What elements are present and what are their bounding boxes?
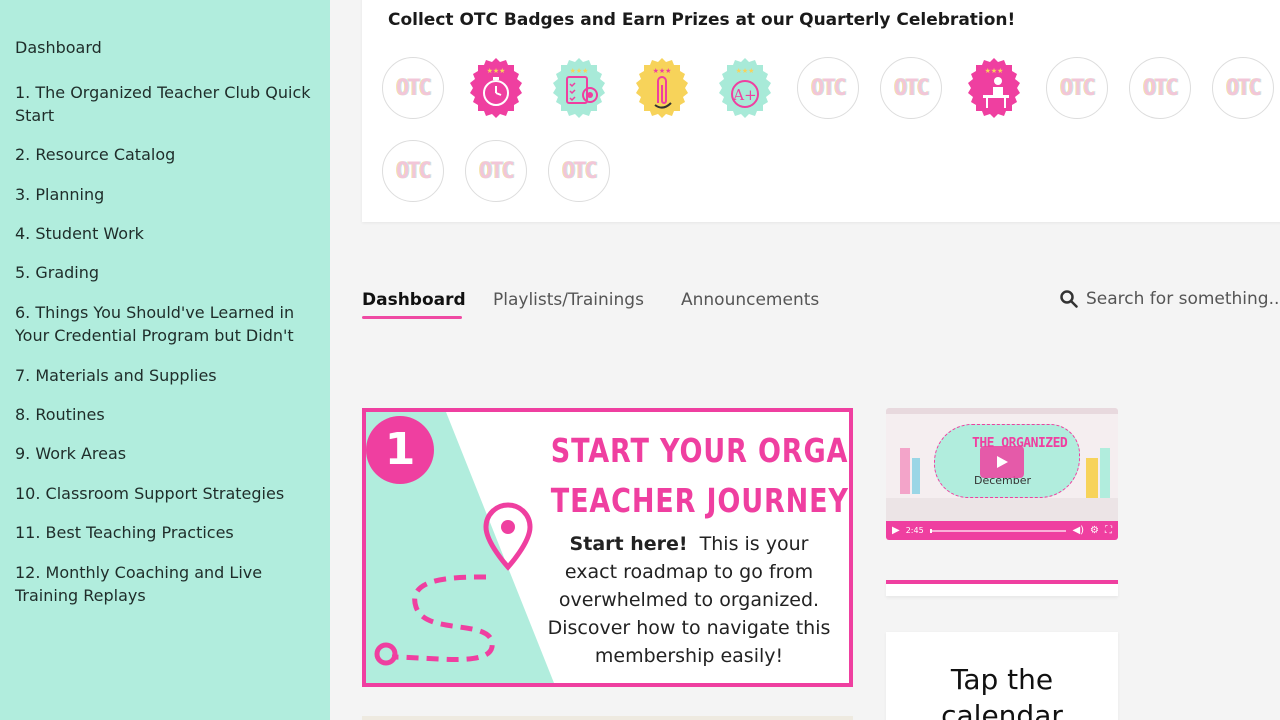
badge-stopwatch[interactable]: ★★★ [465, 57, 527, 119]
pink-divider-card [886, 580, 1118, 596]
paperclip-icon: ★★★ [636, 58, 688, 118]
sidebar-item-materials[interactable]: 7. Materials and Supplies [15, 364, 315, 387]
badge-checklist[interactable]: ★★★ [548, 57, 610, 119]
sidebar-item-dashboard[interactable]: Dashboard [15, 36, 315, 59]
otc-logo: OTC [811, 75, 847, 101]
badge-locked[interactable]: OTC [382, 57, 444, 119]
play-icon [997, 456, 1008, 468]
tab-playlists-trainings[interactable]: Playlists/Trainings [493, 290, 644, 310]
sidebar-item-coaching[interactable]: 12. Monthly Coaching and Live Training R… [15, 561, 315, 607]
sidebar-item-grading[interactable]: 5. Grading [15, 261, 315, 284]
badge-paperclip[interactable]: ★★★ [631, 57, 693, 119]
step-number: 1 [384, 424, 416, 475]
journey-lead: Start here! [569, 533, 688, 555]
student-desk-icon: ★★★ [968, 58, 1020, 118]
sidebar-item-teaching-practices[interactable]: 11. Best Teaching Practices [15, 521, 315, 544]
sidebar-item-work-areas[interactable]: 9. Work Areas [15, 442, 315, 465]
badge-locked[interactable]: OTC [465, 140, 527, 202]
headline-line-1: START YOUR ORGANIZED [550, 431, 849, 470]
active-tab-indicator [362, 316, 462, 319]
otc-logo: OTC [894, 75, 930, 101]
video-time: 2:45 [905, 526, 924, 535]
journey-headline: START YOUR ORGANIZED TEACHER JOURNEY HER… [486, 426, 849, 526]
otc-logo: OTC [1060, 75, 1096, 101]
settings-gear-icon[interactable]: ⚙ [1090, 525, 1099, 536]
a-plus-icon: ★★★ A+ [719, 58, 771, 118]
stopwatch-icon: ★★★ [470, 58, 522, 118]
search-icon[interactable] [1060, 290, 1078, 308]
otc-logo: OTC [562, 158, 598, 184]
play-button[interactable] [980, 446, 1024, 478]
sidebar-item-routines[interactable]: 8. Routines [15, 403, 315, 426]
badge-locked[interactable]: OTC [1046, 57, 1108, 119]
main-content: Collect OTC Badges and Earn Prizes at ou… [330, 0, 1280, 720]
sidebar-item-credential-program[interactable]: 6. Things You Should've Learned in Your … [15, 301, 315, 347]
badge-a-plus[interactable]: ★★★ A+ [714, 57, 776, 119]
sidebar-item-planning[interactable]: 3. Planning [15, 183, 315, 206]
badge-locked[interactable]: OTC [797, 57, 859, 119]
sidebar-item-quick-start[interactable]: 1. The Organized Teacher Club Quick Star… [15, 81, 315, 127]
search-bar [1060, 287, 1280, 311]
sidebar-item-support-strategies[interactable]: 10. Classroom Support Strategies [15, 482, 315, 505]
calendar-card[interactable]: Tap the calendar [886, 632, 1118, 720]
checklist-target-icon: ★★★ [553, 58, 605, 118]
badge-locked[interactable]: OTC [880, 57, 942, 119]
svg-text:★★★: ★★★ [570, 67, 589, 75]
svg-text:★★★: ★★★ [653, 67, 672, 75]
svg-text:★★★: ★★★ [487, 67, 506, 75]
video-progress-fill [929, 528, 933, 533]
svg-text:A+: A+ [732, 86, 756, 104]
otc-logo: OTC [1143, 75, 1179, 101]
tab-dashboard[interactable]: Dashboard [362, 290, 466, 310]
sidebar-item-resource-catalog[interactable]: 2. Resource Catalog [15, 143, 315, 166]
svg-text:★★★: ★★★ [736, 67, 755, 75]
video-controls: ▶ 2:45 ◀) ⚙ ⛶ [886, 521, 1118, 540]
calendar-card-text: Tap the calendar [941, 663, 1063, 720]
headline-line-2: TEACHER JOURNEY HERE [550, 481, 849, 520]
tab-announcements[interactable]: Announcements [681, 290, 819, 310]
badge-locked[interactable]: OTC [548, 140, 610, 202]
svg-text:★★★: ★★★ [985, 67, 1004, 75]
video-progress-bar[interactable] [929, 528, 1067, 533]
video-player[interactable]: THE ORGANIZED December ▶ 2:45 ◀) ⚙ ⛶ [886, 408, 1118, 540]
sidebar-item-student-work[interactable]: 4. Student Work [15, 222, 315, 245]
sidebar: Dashboard 1. The Organized Teacher Club … [0, 0, 330, 720]
badge-student-desk[interactable]: ★★★ [963, 57, 1025, 119]
journey-description: Start here! This is your exact roadmap t… [544, 530, 834, 670]
badge-locked[interactable]: OTC [1212, 57, 1274, 119]
otc-logo: OTC [396, 75, 432, 101]
badges-title: Collect OTC Badges and Earn Prizes at ou… [388, 10, 1016, 30]
badge-locked[interactable]: OTC [1129, 57, 1191, 119]
badge-locked[interactable]: OTC [382, 140, 444, 202]
search-input[interactable] [1086, 289, 1280, 309]
next-card-preview [362, 716, 853, 720]
otc-logo: OTC [1226, 75, 1262, 101]
otc-logo: OTC [479, 158, 515, 184]
play-icon[interactable]: ▶ [892, 525, 900, 536]
volume-icon[interactable]: ◀) [1072, 525, 1084, 536]
otc-logo: OTC [396, 158, 432, 184]
fullscreen-icon[interactable]: ⛶ [1105, 525, 1112, 536]
start-journey-card[interactable]: 1 START YOUR ORGANIZED TEACHER JOURNEY H… [362, 408, 853, 687]
